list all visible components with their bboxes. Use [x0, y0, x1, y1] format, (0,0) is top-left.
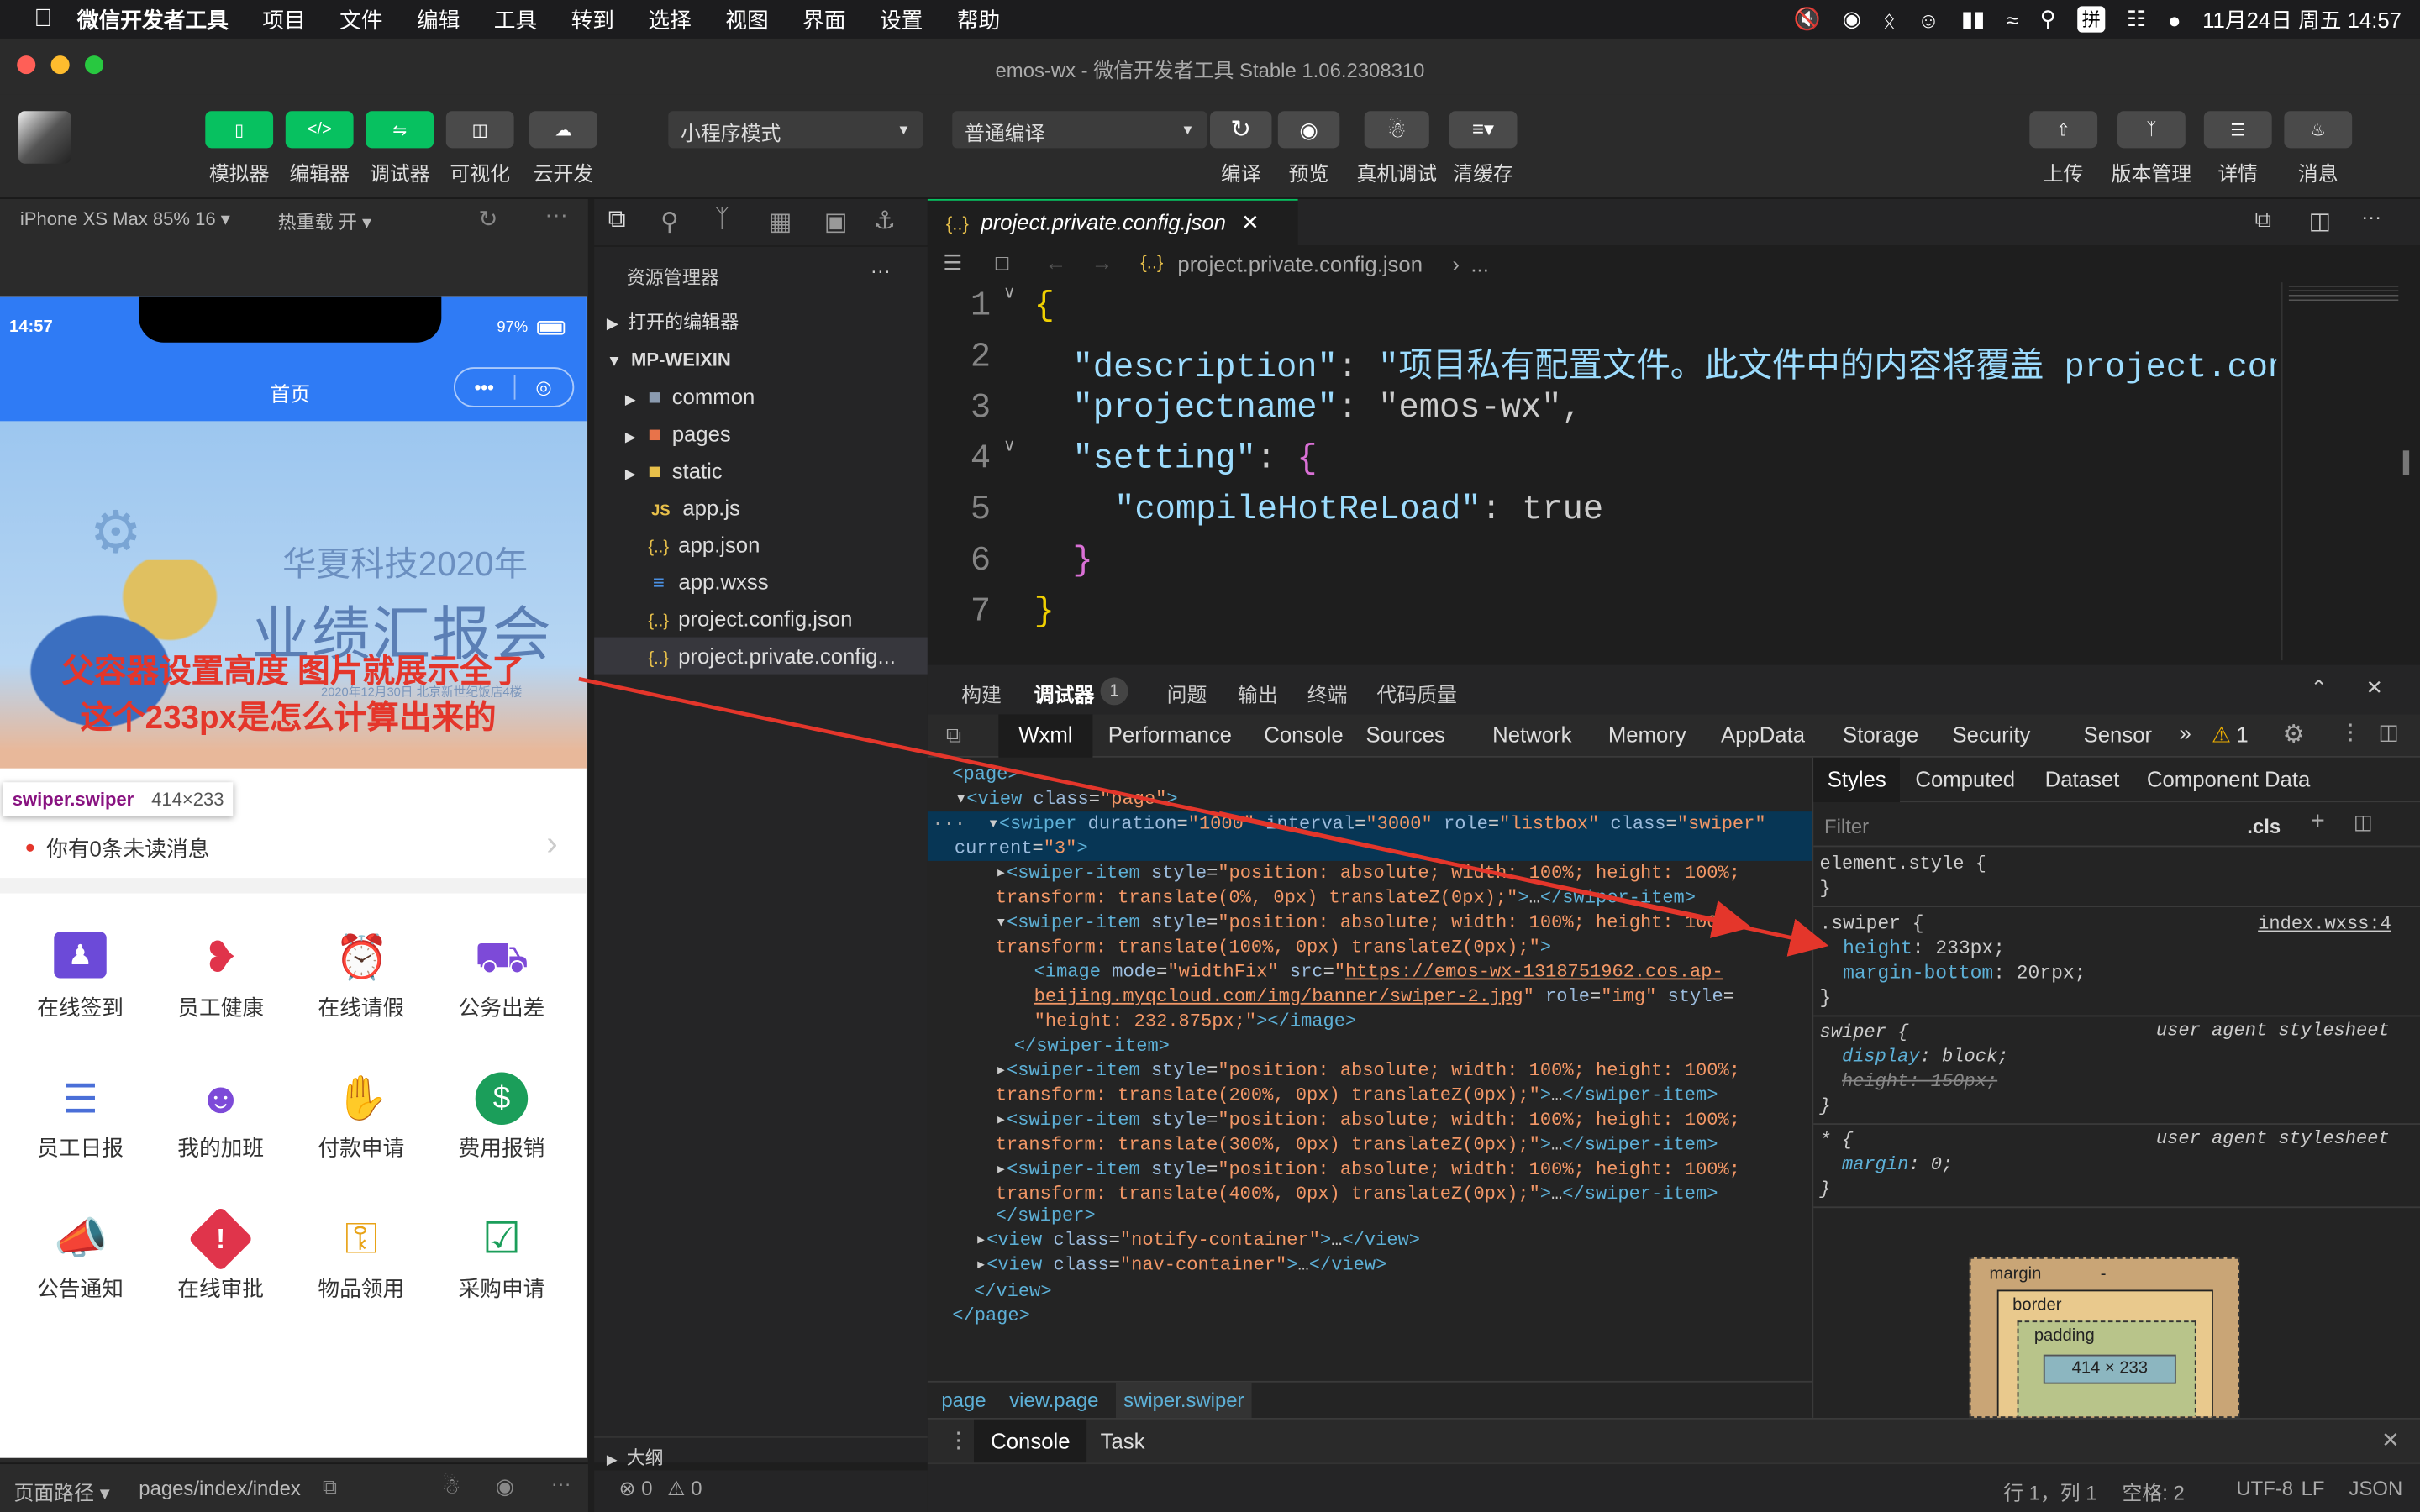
arrow-to-height-rule — [1218, 811, 1829, 957]
annotation-arrows — [578, 676, 1829, 957]
